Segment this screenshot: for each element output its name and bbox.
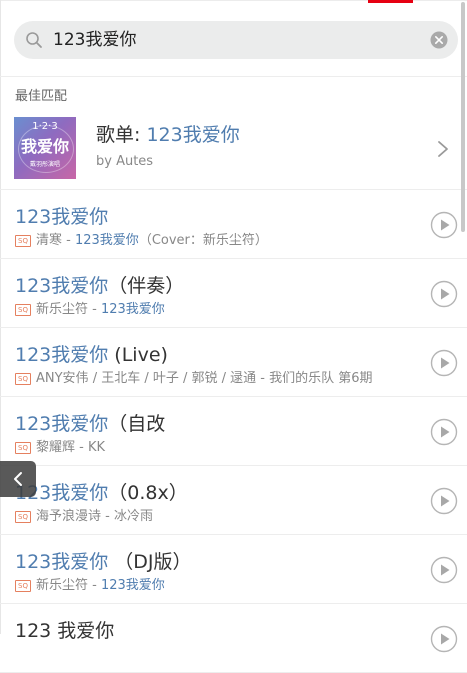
song-title-rest: (Live) [108,344,168,366]
song-title: 123我爱你 （DJ版） [15,549,192,575]
song-row[interactable]: 123 我爱你 [0,604,467,673]
search-input[interactable]: 123我爱你 [14,21,458,59]
cover-number-text: 1·2·3 [32,121,58,132]
chevron-right-icon [438,141,448,157]
playlist-title: 歌单: 123我爱你 [96,122,240,148]
side-panel-toggle[interactable] [0,461,36,497]
song-title-match: 123我爱你 [15,275,109,297]
song-row[interactable]: 123我爱你（自改 SQ 黎耀辉 - KK [0,397,467,466]
song-row[interactable]: 123我爱你 （DJ版） SQ 新乐尘符 - 123我爱你 [0,535,467,604]
song-artist: 黎耀辉 [36,440,76,455]
playlist-creator: by Autes [96,154,154,169]
song-meta: SQ 黎耀辉 - KK [15,439,105,457]
play-icon[interactable] [430,487,458,515]
song-separator: - [62,233,75,248]
song-album-match: 123我爱你 [100,302,165,317]
song-separator: - [88,302,101,317]
search-query-text[interactable]: 123我爱你 [53,28,136,52]
song-album-match: 123我爱你 [74,233,139,248]
song-row[interactable]: 123我爱你 (Live) SQ ANY安伟 / 王北车 / 叶子 / 郭锐 / 逯… [0,328,467,397]
song-artist: 新乐尘符 [36,578,89,593]
sq-badge: SQ [15,580,31,592]
playlist-cover: 1·2·3 我爱你 戴羽彤演唱 [14,117,76,179]
play-icon[interactable] [430,211,458,239]
play-icon[interactable] [430,556,458,584]
song-artist: 清寒 [36,233,63,248]
song-title: 123我爱你（伴奏） [15,273,184,299]
song-title-rest: 123 我爱你 [15,620,115,642]
song-row[interactable]: 123我爱你 SQ 清寒 - 123我爱你（Cover：新乐尘符） [0,190,467,259]
sq-badge: SQ [15,235,31,247]
play-icon[interactable] [430,418,458,446]
song-title-rest: （DJ版） [108,551,192,573]
chevron-left-icon [14,472,22,486]
song-album-rest: 我们的乐队 第6期 [269,371,373,386]
clear-icon[interactable] [430,31,448,49]
song-meta: SQ 清寒 - 123我爱你（Cover：新乐尘符） [15,232,268,250]
sq-badge: SQ [15,511,31,523]
song-meta: SQ 新乐尘符 - 123我爱你 [15,577,165,595]
song-title: 123我爱你 (Live) [15,342,168,368]
cover-title-text: 我爱你 [20,137,69,156]
playlist-type-label: 歌单: [96,124,147,146]
cover-subtitle-text: 戴羽彤演唱 [29,161,60,168]
song-separator: - [88,578,101,593]
song-artist: ANY安伟 / 王北车 / 叶子 / 郭锐 / 逯通 [36,371,257,386]
search-icon [26,32,42,48]
best-match-playlist[interactable]: 1·2·3 我爱你 戴羽彤演唱 歌单: 123我爱你 by Autes [0,108,467,190]
song-album-rest: 冰冷雨 [113,509,153,524]
song-artist: 新乐尘符 [36,302,89,317]
playlist-name: 123我爱你 [146,124,240,146]
song-title: 123我爱你 [15,204,108,230]
song-separator: - [101,509,114,524]
song-row[interactable]: 123我爱你（0.8x） SQ 海予浪漫诗 - 冰冷雨 [0,466,467,535]
song-title-rest: （伴奏） [108,275,185,297]
song-row[interactable]: 123我爱你（伴奏） SQ 新乐尘符 - 123我爱你 [0,259,467,328]
song-album-match: 123我爱你 [100,578,165,593]
song-title-rest: （0.8x） [108,482,188,504]
scrollbar[interactable] [461,2,465,232]
best-match-heading: 最佳匹配 [15,89,68,104]
song-title: 123我爱你（0.8x） [15,480,188,506]
song-title-match: 123我爱你 [15,413,109,435]
song-title: 123我爱你（自改 [15,411,165,437]
song-meta: SQ 新乐尘符 - 123我爱你 [15,301,165,319]
song-separator: - [256,371,270,386]
song-meta: SQ 海予浪漫诗 - 冰冷雨 [15,508,153,526]
song-title-match: 123我爱你 [15,206,109,228]
song-title-match: 123我爱你 [15,551,109,573]
song-artist: 海予浪漫诗 [36,509,102,524]
song-title: 123 我爱你 [15,618,114,644]
song-meta: SQ ANY安伟 / 王北车 / 叶子 / 郭锐 / 逯通 - 我们的乐队 第6期 [15,370,373,388]
sq-badge: SQ [15,442,31,454]
sq-badge: SQ [15,304,31,316]
song-title-match: 123我爱你 [15,344,109,366]
song-album-rest: KK [87,440,106,455]
song-title-rest: （自改 [108,413,166,435]
sq-badge: SQ [15,373,31,385]
play-icon[interactable] [430,625,458,653]
search-bar: 123我爱你 [0,0,467,77]
play-icon[interactable] [430,349,458,377]
song-album-rest: （Cover：新乐尘符） [138,233,268,248]
song-separator: - [75,440,88,455]
play-icon[interactable] [430,280,458,308]
